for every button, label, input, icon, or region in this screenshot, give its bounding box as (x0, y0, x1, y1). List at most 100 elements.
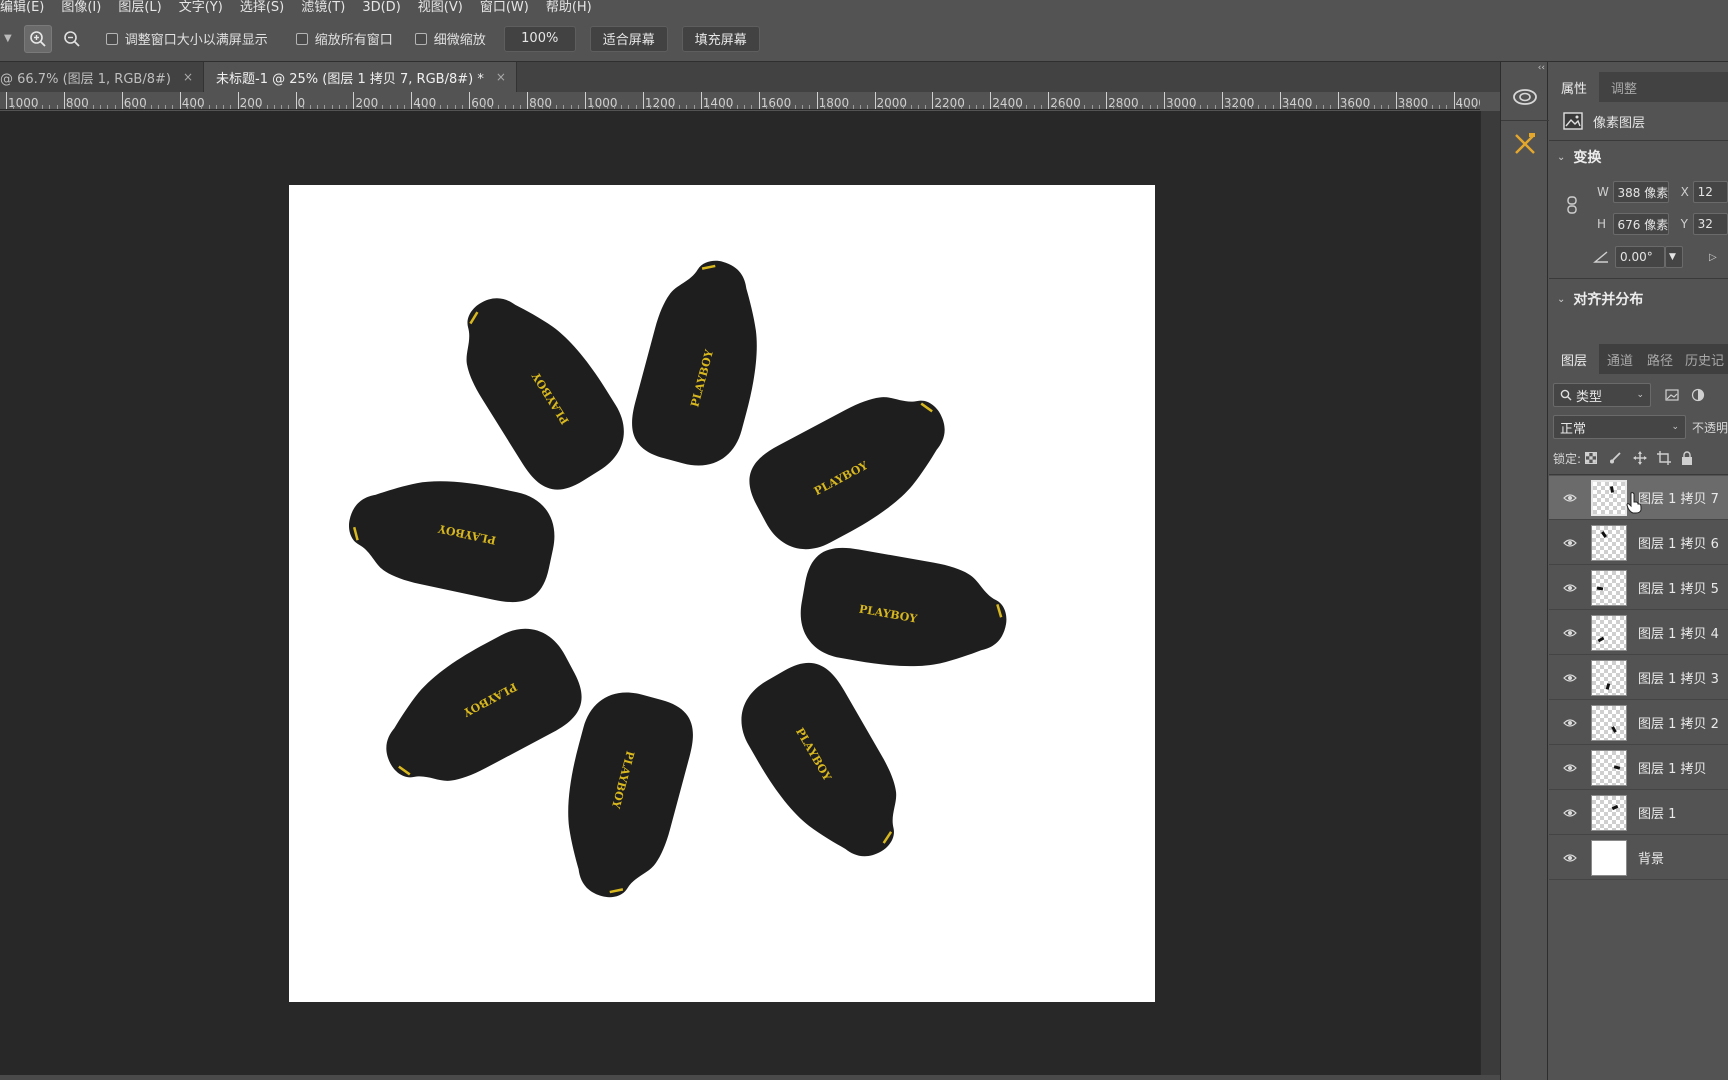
tab-paths[interactable]: 路径 (1641, 344, 1679, 374)
layer-row[interactable]: 图层 1 (1549, 791, 1728, 835)
layer-thumbnail[interactable] (1591, 659, 1627, 696)
ruler-minor-tick (794, 105, 796, 109)
menu-select[interactable]: 选择(S) (240, 1, 284, 15)
layer-row[interactable]: 图层 1 拷贝 3 (1549, 656, 1728, 700)
angle-dropdown[interactable]: ▼ (1665, 246, 1683, 268)
layer-row[interactable]: 图层 1 拷贝 5 (1549, 566, 1728, 610)
tab-history[interactable]: 历史记 (1679, 344, 1728, 374)
eye-icon[interactable] (1563, 673, 1577, 683)
ruler-minor-tick (92, 105, 94, 109)
ruler-minor-tick (425, 105, 427, 109)
ruler-minor-tick (1084, 105, 1086, 109)
ruler-minor-tick (780, 105, 782, 109)
menu-image[interactable]: 图像(I) (61, 1, 101, 15)
checkbox-box[interactable] (105, 32, 118, 45)
layer-thumbnail[interactable] (1591, 479, 1627, 516)
lock-artboard-crop-icon[interactable] (1657, 451, 1672, 465)
eye-icon[interactable] (1563, 538, 1577, 548)
eye-icon[interactable] (1563, 493, 1577, 503)
tab-document-1[interactable]: @ 66.7% (图层 1, RGB/8#) × (0, 62, 205, 92)
tab-document-2[interactable]: 未标题-1 @ 25% (图层 1 拷贝 7, RGB/8#) * × (204, 62, 517, 92)
lock-all-icon[interactable] (1681, 451, 1693, 465)
layer-row[interactable]: 图层 1 拷贝 2 (1549, 701, 1728, 745)
layer-row[interactable]: 图层 1 拷贝 6 (1549, 521, 1728, 565)
y-field[interactable]: 32 (1692, 213, 1728, 235)
zoom-in-button[interactable] (23, 24, 52, 53)
ruler-minor-tick (1243, 105, 1245, 109)
tab-layers[interactable]: 图层 (1549, 344, 1600, 374)
fit-screen-button[interactable]: 适合屏幕 (589, 25, 668, 52)
align-section-header[interactable]: ⌄ 对齐并分布 (1549, 288, 1728, 310)
x-field[interactable]: 12 (1692, 181, 1728, 203)
layer-name[interactable]: 图层 1 拷贝 4 (1638, 623, 1719, 642)
layer-name[interactable]: 图层 1 拷贝 (1638, 758, 1707, 777)
close-icon[interactable]: × (183, 70, 193, 84)
menu-window[interactable]: 窗口(W) (480, 1, 529, 15)
eye-icon[interactable] (1563, 763, 1577, 773)
eye-icon[interactable] (1563, 853, 1577, 863)
canvas-area[interactable]: PLAYBOY PLAYBOY PLAYBOY PLAYBOY (0, 111, 1480, 1075)
layer-name[interactable]: 图层 1 拷贝 6 (1638, 533, 1719, 552)
menu-edit[interactable]: 编辑(E) (0, 1, 44, 15)
filter-adjustment-icon[interactable] (1691, 388, 1705, 402)
menu-3d[interactable]: 3D(D) (362, 1, 400, 15)
layer-thumbnail[interactable] (1591, 614, 1627, 651)
layer-name[interactable]: 图层 1 (1638, 803, 1676, 822)
tools-button[interactable] (1505, 124, 1545, 164)
layer-name[interactable]: 图层 1 拷贝 3 (1638, 668, 1719, 687)
angle-field[interactable]: 0.00° (1615, 246, 1665, 268)
layer-row[interactable]: 背景 (1549, 836, 1728, 880)
collapse-panels-icon[interactable]: ‹‹ (1501, 62, 1549, 74)
transform-section-header[interactable]: ⌄ 变换 (1549, 146, 1728, 168)
layer-thumbnail[interactable] (1591, 569, 1627, 606)
eye-icon[interactable] (1563, 628, 1577, 638)
close-icon[interactable]: × (496, 70, 506, 84)
layer-name[interactable]: 图层 1 拷贝 2 (1638, 713, 1719, 732)
lock-transparent-icon[interactable] (1585, 452, 1598, 464)
lock-position-move-icon[interactable] (1633, 451, 1648, 465)
tab-properties[interactable]: 属性 (1549, 72, 1600, 102)
blend-mode-dropdown[interactable]: 正常 ⌄ (1553, 415, 1686, 439)
horizontal-ruler[interactable]: 1000 800 600 400 200 0 200 400 600 800 1000 1200 140… (0, 92, 1480, 110)
zoom-100-button[interactable]: 100% (503, 25, 576, 52)
lock-pixels-brush-icon[interactable] (1609, 452, 1621, 464)
menu-type[interactable]: 文字(Y) (179, 1, 223, 15)
flip-icon[interactable]: ▷ (1709, 252, 1717, 263)
width-field[interactable]: 388 像素 (1612, 181, 1669, 203)
zoom-all-windows-checkbox[interactable]: 缩放所有窗口 (295, 29, 393, 48)
cloud-libraries-button[interactable] (1505, 76, 1545, 116)
resize-windows-checkbox[interactable]: 调整窗口大小以满屏显示 (105, 29, 268, 48)
layer-name[interactable]: 背景 (1638, 848, 1664, 867)
layer-filter-dropdown[interactable]: 类型 ⌄ (1553, 383, 1651, 407)
filter-pixel-icon[interactable] (1665, 389, 1679, 401)
layer-thumbnail[interactable] (1591, 524, 1627, 561)
fill-screen-button[interactable]: 填充屏幕 (681, 25, 760, 52)
menu-filter[interactable]: 滤镜(T) (301, 1, 345, 15)
tool-preset-chevron-icon[interactable]: ▼ (4, 33, 12, 44)
scrubby-zoom-checkbox[interactable]: 细微缩放 (414, 29, 486, 48)
ruler-minor-tick (201, 105, 203, 109)
eye-icon[interactable] (1563, 718, 1577, 728)
checkbox-box[interactable] (414, 32, 427, 45)
menu-layer[interactable]: 图层(L) (118, 1, 161, 15)
layer-thumbnail[interactable] (1591, 704, 1627, 741)
checkbox-box[interactable] (295, 32, 308, 45)
y-label: Y (1680, 217, 1688, 231)
vertical-scrollbar[interactable] (1480, 111, 1500, 1075)
menu-view[interactable]: 视图(V) (418, 1, 463, 15)
layer-name[interactable]: 图层 1 拷贝 5 (1638, 578, 1719, 597)
layer-thumbnail[interactable] (1591, 839, 1627, 876)
layer-thumbnail[interactable] (1591, 794, 1627, 831)
height-field[interactable]: 676 像素 (1612, 213, 1669, 235)
eye-icon[interactable] (1563, 583, 1577, 593)
tab-adjustments[interactable]: 调整 (1599, 72, 1649, 102)
zoom-out-button[interactable] (58, 25, 86, 53)
layer-row[interactable]: 图层 1 拷贝 (1549, 746, 1728, 790)
menu-help[interactable]: 帮助(H) (546, 1, 592, 15)
eye-icon[interactable] (1563, 808, 1577, 818)
layer-thumbnail[interactable] (1591, 749, 1627, 786)
layer-row[interactable]: 图层 1 拷贝 4 (1549, 611, 1728, 655)
document-canvas[interactable]: PLAYBOY PLAYBOY PLAYBOY PLAYBOY (289, 185, 1155, 1002)
layer-name[interactable]: 图层 1 拷贝 7 (1638, 488, 1719, 507)
tab-channels[interactable]: 通道 (1599, 344, 1641, 374)
